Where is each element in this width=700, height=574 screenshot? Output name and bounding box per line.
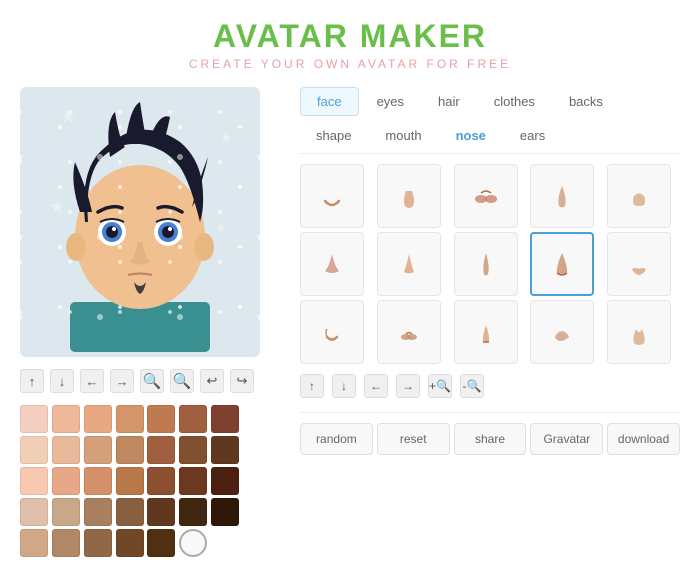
undo-button[interactable]: ↩ <box>200 369 224 393</box>
nose-option-14[interactable] <box>530 300 594 364</box>
share-button[interactable]: share <box>454 423 527 455</box>
svg-text:★: ★ <box>220 129 233 145</box>
subtab-mouth[interactable]: mouth <box>369 124 437 147</box>
grid-up-button[interactable]: ↑ <box>300 374 324 398</box>
color-swatch[interactable] <box>84 436 112 464</box>
svg-text:★: ★ <box>60 106 76 126</box>
color-swatch[interactable] <box>179 405 207 433</box>
nose-option-8[interactable] <box>454 232 518 296</box>
sub-tabs: shape mouth nose ears <box>300 124 680 154</box>
color-swatch[interactable] <box>147 436 175 464</box>
color-swatch[interactable] <box>211 405 239 433</box>
color-swatch[interactable] <box>20 498 48 526</box>
color-swatch[interactable] <box>211 467 239 495</box>
color-swatch[interactable] <box>147 498 175 526</box>
grid-zoom-in-button[interactable]: +🔍 <box>428 374 452 398</box>
left-panel: ★ ★ ★ ★ ★ ★ <box>20 87 280 557</box>
color-swatch[interactable] <box>52 436 80 464</box>
download-button[interactable]: download <box>607 423 680 455</box>
color-swatch[interactable] <box>84 405 112 433</box>
nose-options-grid <box>300 164 680 364</box>
gravatar-button[interactable]: Gravatar <box>530 423 603 455</box>
page-title: AVATAR MAKER <box>0 18 700 55</box>
subtab-nose[interactable]: nose <box>440 124 502 147</box>
grid-nav-controls: ↑ ↓ ← → +🔍 -🔍 <box>300 374 680 398</box>
color-swatch[interactable] <box>147 405 175 433</box>
random-button[interactable]: random <box>300 423 373 455</box>
color-swatch[interactable] <box>84 498 112 526</box>
move-up-button[interactable]: ↑ <box>20 369 44 393</box>
nose-option-10[interactable] <box>607 232 671 296</box>
nose-option-3[interactable] <box>454 164 518 228</box>
main-content: ★ ★ ★ ★ ★ ★ <box>0 77 700 567</box>
tab-eyes[interactable]: eyes <box>361 87 420 116</box>
subtab-shape[interactable]: shape <box>300 124 367 147</box>
color-swatch[interactable] <box>52 529 80 557</box>
color-swatch[interactable] <box>116 529 144 557</box>
move-right-button[interactable]: → <box>110 369 134 393</box>
avatar-illustration: ★ ★ ★ ★ ★ ★ <box>40 92 240 352</box>
color-swatch[interactable] <box>211 498 239 526</box>
nose-option-6[interactable] <box>300 232 364 296</box>
move-down-button[interactable]: ↓ <box>50 369 74 393</box>
tab-face[interactable]: face <box>300 87 359 116</box>
grid-right-button[interactable]: → <box>396 374 420 398</box>
grid-zoom-out-button[interactable]: -🔍 <box>460 374 484 398</box>
color-swatch[interactable] <box>52 498 80 526</box>
nose-option-2[interactable] <box>377 164 441 228</box>
color-swatch[interactable] <box>52 405 80 433</box>
avatar-controls: ↑ ↓ ← → 🔍 🔍 ↩ ↪ <box>20 365 280 397</box>
nose-option-13[interactable] <box>454 300 518 364</box>
color-swatch[interactable] <box>84 529 112 557</box>
subtab-ears[interactable]: ears <box>504 124 561 147</box>
color-swatch[interactable] <box>116 498 144 526</box>
color-swatch[interactable] <box>179 498 207 526</box>
nose-option-7[interactable] <box>377 232 441 296</box>
color-swatch[interactable] <box>20 405 48 433</box>
page-header: AVATAR MAKER CREATE YOUR OWN AVATAR FOR … <box>0 0 700 77</box>
color-swatch[interactable] <box>179 467 207 495</box>
right-panel: face eyes hair clothes backs shape mouth… <box>300 87 680 557</box>
color-swatch[interactable] <box>179 436 207 464</box>
color-swatch[interactable] <box>20 467 48 495</box>
color-swatch[interactable] <box>116 436 144 464</box>
color-palette <box>20 405 240 557</box>
color-swatch[interactable] <box>147 467 175 495</box>
zoom-in-button[interactable]: 🔍 <box>140 369 164 393</box>
color-swatch[interactable] <box>20 529 48 557</box>
tab-backs[interactable]: backs <box>553 87 619 116</box>
nose-option-5[interactable] <box>607 164 671 228</box>
reset-button[interactable]: reset <box>377 423 450 455</box>
color-swatch[interactable] <box>116 405 144 433</box>
svg-text:★: ★ <box>70 314 79 325</box>
nose-option-15[interactable] <box>607 300 671 364</box>
category-tabs: face eyes hair clothes backs <box>300 87 680 116</box>
color-swatch[interactable] <box>20 436 48 464</box>
avatar-canvas: ★ ★ ★ ★ ★ ★ <box>20 87 260 357</box>
nose-option-12[interactable] <box>377 300 441 364</box>
zoom-out-button[interactable]: 🔍 <box>170 369 194 393</box>
color-swatch[interactable] <box>116 467 144 495</box>
no-color-swatch[interactable] <box>179 529 207 557</box>
nose-option-11[interactable] <box>300 300 364 364</box>
nose-option-9[interactable] <box>530 232 594 296</box>
tab-hair[interactable]: hair <box>422 87 476 116</box>
svg-text:★: ★ <box>200 299 213 315</box>
nose-option-1[interactable] <box>300 164 364 228</box>
redo-button[interactable]: ↪ <box>230 369 254 393</box>
svg-text:★: ★ <box>50 199 64 216</box>
move-left-button[interactable]: ← <box>80 369 104 393</box>
color-swatch[interactable] <box>147 529 175 557</box>
tab-clothes[interactable]: clothes <box>478 87 551 116</box>
page-subtitle: CREATE YOUR OWN AVATAR FOR FREE <box>0 57 700 71</box>
color-swatch[interactable] <box>84 467 112 495</box>
svg-text:★: ★ <box>215 221 226 235</box>
action-bar: random reset share Gravatar download <box>300 412 680 455</box>
nose-option-4[interactable] <box>530 164 594 228</box>
grid-down-button[interactable]: ↓ <box>332 374 356 398</box>
grid-left-button[interactable]: ← <box>364 374 388 398</box>
color-swatch[interactable] <box>211 436 239 464</box>
color-swatch[interactable] <box>52 467 80 495</box>
